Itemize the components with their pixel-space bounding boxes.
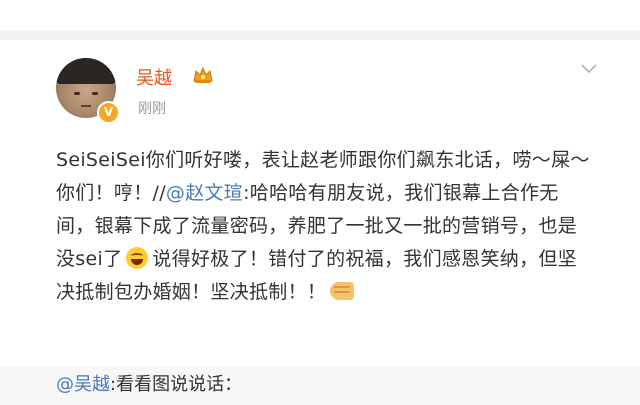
repost-line: @吴越:看看图说说话： — [56, 372, 242, 398]
fist-emoji-icon — [330, 282, 355, 300]
author-name[interactable]: 吴越 — [136, 64, 172, 90]
repost-text: :看看图说说话： — [110, 374, 243, 395]
repost-section[interactable]: @吴越:看看图说说话： — [0, 366, 640, 405]
laughing-emoji-icon — [126, 247, 149, 269]
avatar-eye — [92, 92, 98, 95]
mention-link[interactable]: @赵文瑄 — [166, 182, 243, 204]
avatar-mouth — [81, 105, 91, 107]
avatar-hair — [56, 58, 116, 84]
crown-icon — [193, 66, 213, 83]
verified-badge-icon: V — [97, 101, 120, 124]
top-blank — [0, 0, 640, 30]
chevron-down-icon[interactable] — [580, 62, 598, 76]
weibo-post-card: V 吴越 刚刚 SeiSeiSei你们听好喽，表让赵老师跟你们飙东北话，唠～屎～… — [0, 40, 640, 366]
post-content: SeiSeiSei你们听好喽，表让赵老师跟你们飙东北话，唠～屎～你们！哼！//@… — [56, 144, 596, 309]
repost-mention-link[interactable]: @吴越 — [56, 374, 110, 395]
post-time: 刚刚 — [138, 101, 166, 117]
section-divider — [0, 30, 640, 40]
avatar-eye — [74, 92, 80, 95]
